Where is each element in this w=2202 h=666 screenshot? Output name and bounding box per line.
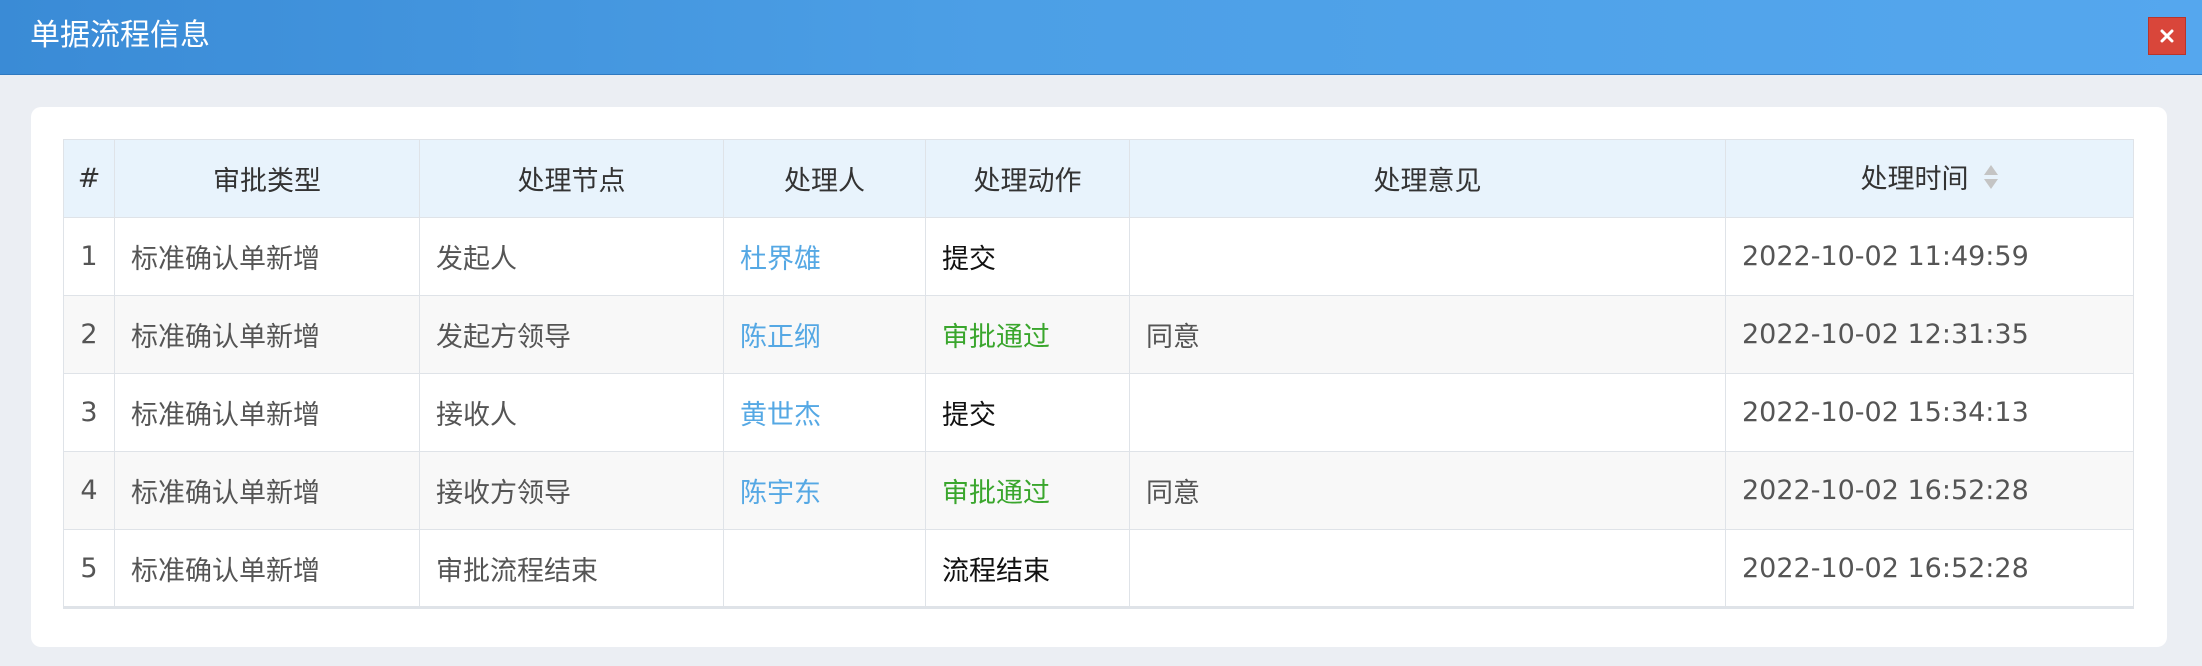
column-header-opinion: 处理意见 bbox=[1129, 139, 1726, 218]
handler-cell: 陈宇东 bbox=[723, 451, 926, 530]
sort-icon[interactable] bbox=[1983, 161, 1999, 200]
node-cell: 发起人 bbox=[419, 217, 724, 296]
time-cell: 2022-10-02 12:31:35 bbox=[1725, 295, 2134, 374]
node-cell: 发起方领导 bbox=[419, 295, 724, 374]
approval-type-cell: 标准确认单新增 bbox=[114, 217, 420, 296]
row-index: 2 bbox=[63, 295, 115, 374]
column-header-time-label: 处理时间 bbox=[1860, 164, 1969, 195]
dialog-title: 单据流程信息 bbox=[30, 18, 210, 53]
table-row: 5 标准确认单新增 审批流程结束 流程结束 2022-10-02 16:52:2… bbox=[63, 529, 2134, 608]
table-header-row: # 审批类型 处理节点 处理人 处理动作 处理意见 处理时间 bbox=[63, 139, 2134, 218]
column-header-handler: 处理人 bbox=[723, 139, 926, 218]
row-index: 3 bbox=[63, 373, 115, 452]
node-cell: 接收方领导 bbox=[419, 451, 724, 530]
close-button[interactable] bbox=[2148, 17, 2186, 55]
row-index: 4 bbox=[63, 451, 115, 530]
handler-link[interactable]: 陈正纲 bbox=[740, 322, 821, 353]
action-cell: 审批通过 bbox=[925, 295, 1130, 374]
flow-table: # 审批类型 处理节点 处理人 处理动作 处理意见 处理时间 1 标准确认单新增… bbox=[63, 139, 2134, 609]
row-index: 1 bbox=[63, 217, 115, 296]
content-card: # 审批类型 处理节点 处理人 处理动作 处理意见 处理时间 1 标准确认单新增… bbox=[31, 107, 2167, 647]
handler-cell: 杜界雄 bbox=[723, 217, 926, 296]
node-cell: 接收人 bbox=[419, 373, 724, 452]
column-header-approval-type: 审批类型 bbox=[114, 139, 420, 218]
table-row: 3 标准确认单新增 接收人 黄世杰 提交 2022-10-02 15:34:13 bbox=[63, 373, 2134, 452]
action-cell: 提交 bbox=[925, 217, 1130, 296]
approval-type-cell: 标准确认单新增 bbox=[114, 529, 420, 608]
approval-type-cell: 标准确认单新增 bbox=[114, 451, 420, 530]
node-cell: 审批流程结束 bbox=[419, 529, 724, 608]
column-header-node: 处理节点 bbox=[419, 139, 724, 218]
handler-link[interactable]: 杜界雄 bbox=[740, 244, 821, 275]
close-icon bbox=[2160, 29, 2174, 43]
approval-type-cell: 标准确认单新增 bbox=[114, 373, 420, 452]
table-row: 1 标准确认单新增 发起人 杜界雄 提交 2022-10-02 11:49:59 bbox=[63, 217, 2134, 296]
dialog-body: # 审批类型 处理节点 处理人 处理动作 处理意见 处理时间 1 标准确认单新增… bbox=[0, 75, 2202, 666]
time-cell: 2022-10-02 15:34:13 bbox=[1725, 373, 2134, 452]
action-cell: 审批通过 bbox=[925, 451, 1130, 530]
table-row: 2 标准确认单新增 发起方领导 陈正纲 审批通过 同意 2022-10-02 1… bbox=[63, 295, 2134, 374]
opinion-cell: 同意 bbox=[1129, 451, 1726, 530]
time-cell: 2022-10-02 16:52:28 bbox=[1725, 451, 2134, 530]
handler-cell: 陈正纲 bbox=[723, 295, 926, 374]
action-cell: 提交 bbox=[925, 373, 1130, 452]
time-cell: 2022-10-02 16:52:28 bbox=[1725, 529, 2134, 608]
column-header-action: 处理动作 bbox=[925, 139, 1130, 218]
handler-link[interactable]: 黄世杰 bbox=[740, 400, 821, 431]
flow-info-dialog: 单据流程信息 # 审批类型 处理节点 处理人 处理动作 处理意见 处理时间 1 … bbox=[0, 0, 2202, 666]
opinion-cell: 同意 bbox=[1129, 295, 1726, 374]
row-index: 5 bbox=[63, 529, 115, 608]
table-row: 4 标准确认单新增 接收方领导 陈宇东 审批通过 同意 2022-10-02 1… bbox=[63, 451, 2134, 530]
column-header-time[interactable]: 处理时间 bbox=[1725, 139, 2134, 218]
dialog-titlebar: 单据流程信息 bbox=[0, 0, 2202, 75]
handler-link[interactable]: 陈宇东 bbox=[740, 478, 821, 509]
opinion-cell bbox=[1129, 529, 1726, 608]
opinion-cell bbox=[1129, 373, 1726, 452]
opinion-cell bbox=[1129, 217, 1726, 296]
handler-cell bbox=[723, 529, 926, 608]
time-cell: 2022-10-02 11:49:59 bbox=[1725, 217, 2134, 296]
column-header-index: # bbox=[63, 139, 115, 218]
approval-type-cell: 标准确认单新增 bbox=[114, 295, 420, 374]
action-cell: 流程结束 bbox=[925, 529, 1130, 608]
handler-cell: 黄世杰 bbox=[723, 373, 926, 452]
